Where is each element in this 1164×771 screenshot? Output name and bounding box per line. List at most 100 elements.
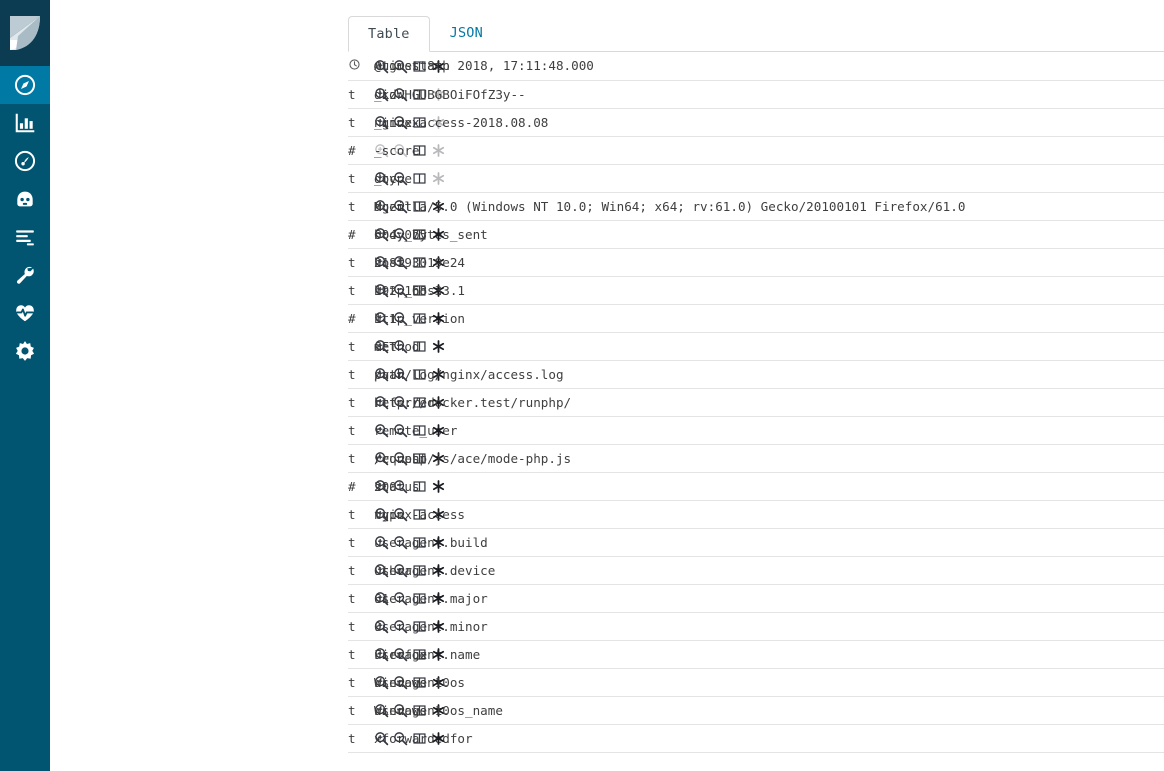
tab-json[interactable]: JSON (430, 15, 503, 51)
field-type-indicator: t (348, 108, 374, 137)
filter-field-exists-button[interactable] (431, 339, 446, 354)
field-type-glyph: t (348, 562, 356, 578)
field-type-indicator: t (348, 276, 374, 305)
field-type-indicator: t (348, 612, 374, 641)
heart-pulse-icon (14, 302, 36, 324)
filter-out-value-button[interactable] (393, 535, 408, 550)
field-type-glyph: # (348, 142, 356, 158)
field-type-indicator: t (348, 416, 374, 445)
toggle-column-button[interactable] (412, 311, 427, 326)
table-row: t path/var/log/nginx/access.log (348, 360, 1164, 389)
sidebar-item-visualize[interactable] (0, 104, 50, 142)
filter-field-exists-button[interactable] (431, 535, 446, 550)
field-value: dkzWHGUBGBOiFOfZ3y-- (374, 86, 526, 102)
toggle-column-button[interactable] (412, 171, 427, 186)
field-type-indicator: t (348, 80, 374, 109)
toggle-column-button[interactable] (412, 339, 427, 354)
field-value-cell: dkzWHGUBGBOiFOfZ3y-- (374, 80, 1164, 109)
field-type-glyph: t (348, 366, 356, 382)
document-field-table: @timestamp August 8th 2018, 17:11:48.000 t… (348, 52, 1164, 753)
field-type-indicator: # (348, 304, 374, 333)
sidebar-item-dev-tools[interactable] (0, 256, 50, 294)
field-type-indicator: t (348, 724, 374, 753)
field-value: nginx-access (374, 506, 465, 522)
table-row: t http_host 192.168.33.1 (348, 276, 1164, 305)
toggle-column-button[interactable] (412, 423, 427, 438)
filter-field-exists-button[interactable] (431, 591, 446, 606)
sidebar-item-management[interactable] (0, 332, 50, 370)
bar-chart-icon (14, 112, 36, 134)
filter-out-value-button[interactable] (393, 423, 408, 438)
toggle-column-button[interactable] (412, 535, 427, 550)
field-type-indicator: t (348, 332, 374, 361)
field-value: /var/log/nginx/access.log (374, 366, 564, 382)
logs-lines-icon (14, 226, 36, 248)
toggle-column-button[interactable] (412, 731, 427, 746)
filter-for-value-button[interactable] (374, 535, 389, 550)
doc-view-tabs: Table JSON (348, 16, 1164, 52)
filter-out-value-button[interactable] (393, 619, 408, 634)
filter-field-exists-button[interactable] (431, 647, 446, 662)
filter-out-value-button[interactable] (393, 731, 408, 746)
field-type-glyph: t (348, 618, 356, 634)
filter-field-exists-button[interactable] (431, 227, 446, 242)
field-type-indicator: t (348, 528, 374, 557)
filter-field-exists-button[interactable] (431, 563, 446, 578)
sidebar-item-dashboard[interactable] (0, 142, 50, 180)
field-type-indicator: t (348, 164, 374, 193)
field-value: August 8th 2018, 17:11:48.000 (374, 58, 594, 74)
filter-field-exists-button[interactable] (431, 731, 446, 746)
table-row: tuseragent.os_nameWindows 10 (348, 696, 1164, 725)
toggle-column-button[interactable] (412, 479, 427, 494)
field-type-indicator: # (348, 220, 374, 249)
toggle-column-button[interactable] (412, 619, 427, 634)
table-row: t method GET (348, 332, 1164, 361)
field-type-indicator: t (348, 388, 374, 417)
field-type-glyph: t (348, 198, 356, 214)
sidebar-item-discover[interactable] (0, 66, 50, 104)
table-row: t type nginx-access (348, 500, 1164, 529)
sidebar-item-logs[interactable] (0, 218, 50, 256)
main-content: Table JSON @timestamp August 8th 2018, 17:… (50, 0, 1164, 771)
field-value-cell: nginx-access-2018.08.08 (374, 108, 1164, 137)
field-type-glyph: t (348, 394, 356, 410)
filter-field-exists-button[interactable] (431, 619, 446, 634)
field-value-cell: http://docker.test/runphp/ (374, 388, 1164, 417)
field-type-indicator: t (348, 640, 374, 669)
field-type-indicator: t (348, 360, 374, 389)
sidebar-item-monitoring[interactable] (0, 294, 50, 332)
toggle-column-button[interactable] (412, 563, 427, 578)
kibana-doc-viewer: Table JSON @timestamp August 8th 2018, 17:… (0, 0, 1164, 771)
field-value: nginx-access-2018.08.08 (374, 114, 549, 130)
field-type-indicator: t (348, 500, 374, 529)
field-type-glyph: t (348, 282, 356, 298)
toggle-column-button[interactable] (412, 591, 427, 606)
table-row: t _type doc (348, 164, 1164, 193)
field-value: Other (374, 562, 412, 578)
table-row: t agent Mozilla/5.0 (Windows NT 10.0; Win6… (348, 192, 1164, 221)
table-row: # status 200 (348, 472, 1164, 501)
field-type-indicator: t (348, 584, 374, 613)
filter-out-value-button[interactable] (393, 591, 408, 606)
table-row: # body_bytes_sent 604,075 (348, 220, 1164, 249)
sidebar-item-apm[interactable] (0, 180, 50, 218)
toggle-column-button[interactable] (412, 143, 427, 158)
apm-face-icon (14, 188, 36, 210)
field-type-indicator: t (348, 556, 374, 585)
field-type-glyph: t (348, 422, 356, 438)
field-value: 604,075 (374, 226, 428, 242)
field-type-indicator: # (348, 136, 374, 165)
kibana-logo[interactable] (0, 0, 50, 66)
filter-out-value-button (393, 143, 408, 158)
field-type-glyph: t (348, 450, 356, 466)
field-type-indicator: t (348, 248, 374, 277)
filter-field-exists-button[interactable] (431, 423, 446, 438)
field-type-glyph: # (348, 478, 356, 494)
field-type-glyph: t (348, 646, 356, 662)
field-type-glyph: t (348, 506, 356, 522)
filter-field-exists-button[interactable] (431, 311, 446, 326)
filter-field-exists-button[interactable] (431, 479, 446, 494)
tab-table[interactable]: Table (348, 16, 430, 52)
field-value: 0 (374, 618, 382, 634)
table-row: t useragent.major 61 (348, 584, 1164, 613)
